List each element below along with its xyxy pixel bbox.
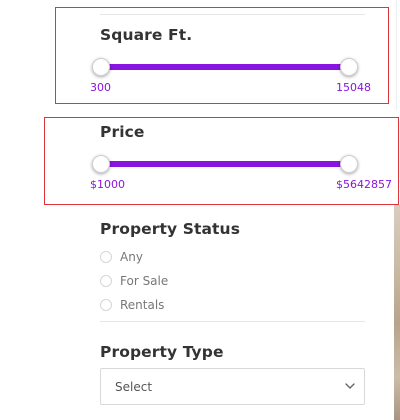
status-option-any[interactable]: Any: [100, 250, 143, 264]
background-photo-edge: [394, 205, 400, 420]
square-ft-max-value: 15048: [336, 81, 371, 94]
property-status-title: Property Status: [100, 220, 241, 238]
price-slider-range: [101, 161, 349, 167]
radio-button[interactable]: [100, 275, 112, 287]
status-option-for-sale[interactable]: For Sale: [100, 274, 168, 288]
status-option-rentals[interactable]: Rentals: [100, 298, 164, 312]
property-type-select[interactable]: Select: [100, 368, 365, 405]
property-type-title: Property Type: [100, 343, 224, 361]
price-max-value: $5642857: [336, 178, 392, 191]
status-option-label: Any: [120, 250, 143, 264]
price-min-value: $1000: [90, 178, 125, 191]
chevron-down-icon: [345, 383, 355, 389]
status-option-label: Rentals: [120, 298, 165, 312]
square-ft-slider-range: [101, 64, 349, 70]
price-title: Price: [100, 123, 145, 141]
price-max-handle[interactable]: [340, 155, 358, 173]
section-divider: [100, 321, 365, 322]
radio-button[interactable]: [100, 251, 112, 263]
radio-button[interactable]: [100, 299, 112, 311]
status-option-label: For Sale: [120, 274, 169, 288]
panel-edge: [396, 0, 397, 110]
price-min-handle[interactable]: [92, 155, 110, 173]
square-ft-title: Square Ft.: [100, 26, 193, 44]
square-ft-max-handle[interactable]: [340, 58, 358, 76]
square-ft-min-handle[interactable]: [92, 58, 110, 76]
property-type-select-value: Select: [115, 380, 153, 394]
square-ft-min-value: 300: [90, 81, 111, 94]
